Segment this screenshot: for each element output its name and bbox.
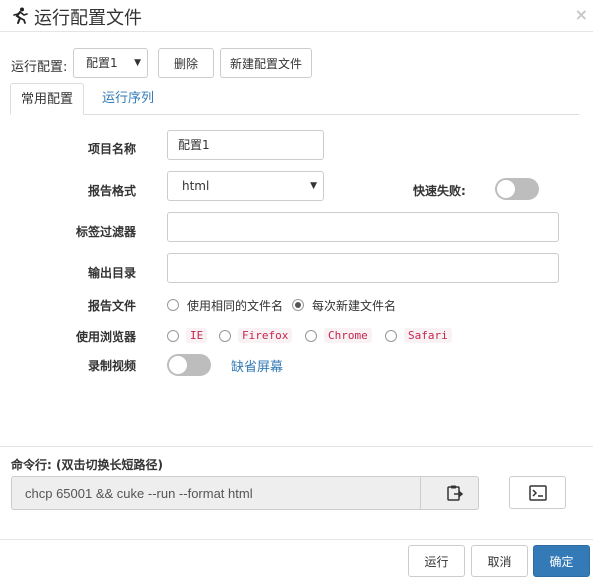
output-dir-label: 输出目录 (88, 266, 137, 280)
report-format-value: html (182, 179, 210, 193)
browser-safari-label: Safari (404, 328, 452, 343)
tag-filter-input[interactable] (167, 212, 559, 242)
command-separator (420, 477, 421, 509)
radio-browser-ie[interactable] (167, 330, 179, 342)
report-format-select[interactable]: html ▼ (167, 171, 324, 201)
terminal-icon (528, 484, 547, 501)
report-file-label: 报告文件 (88, 299, 137, 313)
project-name-label: 项目名称 (88, 142, 137, 156)
clipboard-icon (447, 485, 464, 501)
radio-browser-firefox[interactable] (219, 330, 231, 342)
record-video-label: 录制视频 (88, 359, 137, 373)
toggle-knob (497, 180, 515, 198)
browser-ie-label: IE (186, 328, 208, 343)
default-screen-link[interactable]: 缺省屏幕 (231, 356, 283, 375)
radio-same-filename[interactable] (167, 299, 179, 311)
project-name-input[interactable]: 配置1 (167, 130, 324, 160)
copy-command-button[interactable] (433, 479, 477, 507)
fail-fast-label: 快速失败: (413, 184, 466, 198)
tab-common-config[interactable]: 常用配置 (10, 83, 85, 115)
config-select-value: 配置1 (86, 56, 118, 70)
running-person-icon (13, 7, 28, 24)
radio-new-filename-label: 每次新建文件名 (312, 299, 397, 313)
command-divider (0, 446, 593, 447)
run-button[interactable]: 运行 (408, 545, 465, 577)
browser-chrome-label: Chrome (324, 328, 372, 343)
report-format-label: 报告格式 (88, 184, 137, 198)
command-label: 命令行: (双击切换长短路径) (11, 458, 163, 472)
footer-divider (0, 539, 593, 540)
record-video-toggle[interactable] (167, 354, 211, 376)
chevron-down-icon: ▼ (310, 181, 317, 191)
radio-browser-safari[interactable] (385, 330, 397, 342)
radio-new-filename[interactable] (292, 299, 304, 311)
ok-button[interactable]: 确定 (533, 545, 590, 577)
tab-run-sequence[interactable]: 运行序列 (92, 83, 164, 115)
chevron-down-icon: ▼ (134, 58, 141, 68)
output-dir-input[interactable] (167, 253, 559, 283)
delete-button[interactable]: 删除 (158, 48, 214, 78)
close-icon[interactable]: × (575, 5, 588, 24)
config-label: 运行配置: (11, 60, 68, 75)
toggle-knob (169, 356, 187, 374)
cancel-button[interactable]: 取消 (471, 545, 528, 577)
radio-same-filename-label: 使用相同的文件名 (187, 299, 284, 313)
radio-browser-chrome[interactable] (305, 330, 317, 342)
fail-fast-toggle[interactable] (495, 178, 539, 200)
browser-firefox-label: Firefox (238, 328, 293, 343)
dialog-titlebar: 运行配置文件 × (0, 0, 593, 32)
dialog-title: 运行配置文件 (34, 8, 142, 29)
command-input[interactable]: chcp 65001 && cuke --run --format html (11, 476, 479, 510)
tag-filter-label: 标签过滤器 (76, 225, 137, 239)
browser-label: 使用浏览器 (76, 330, 137, 344)
new-config-button[interactable]: 新建配置文件 (220, 48, 312, 78)
command-text: chcp 65001 && cuke --run --format html (25, 486, 253, 501)
terminal-button[interactable] (509, 476, 566, 509)
config-select[interactable]: 配置1 ▼ (73, 48, 148, 78)
